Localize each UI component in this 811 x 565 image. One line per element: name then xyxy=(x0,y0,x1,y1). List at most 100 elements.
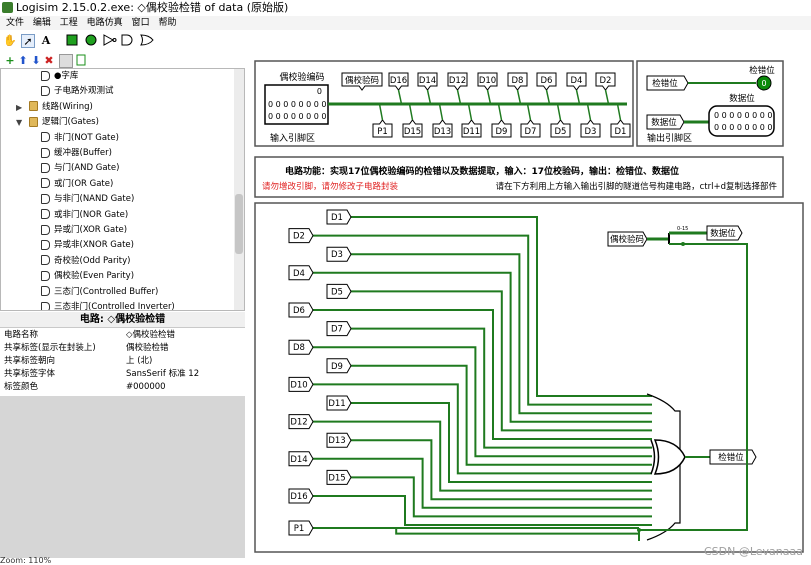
tunnel-D3[interactable]: D3 xyxy=(326,246,352,262)
tunnel-D5[interactable]: D5 xyxy=(550,103,571,138)
menu-edit[interactable]: 编辑 xyxy=(33,16,51,30)
tunnel-D13[interactable]: D13 xyxy=(432,103,453,138)
signal-wire xyxy=(313,495,652,526)
delete-circuit-icon[interactable]: ✖ xyxy=(42,54,56,68)
prop-row[interactable]: 共享标签朝向 上 (北) xyxy=(4,355,244,368)
edit-appearance-icon[interactable] xyxy=(74,54,88,68)
tree-item[interactable]: 或非门(NOR Gate) xyxy=(41,208,128,223)
tunnel-D10[interactable]: D10 xyxy=(477,72,498,105)
tunnel-D4[interactable]: D4 xyxy=(288,265,314,281)
scroll-thumb[interactable] xyxy=(235,194,243,254)
menu-simulate[interactable]: 电路仿真 xyxy=(87,16,123,30)
tunnel-D3[interactable]: D3 xyxy=(580,103,601,138)
tree-item[interactable]: ▶ 线路(Wiring) xyxy=(16,100,93,115)
tunnel-D7[interactable]: D7 xyxy=(326,321,352,337)
edit-layout-icon[interactable] xyxy=(59,54,73,68)
tunnel-D13[interactable]: D13 xyxy=(326,432,352,448)
prop-row[interactable]: 电路名称 ◇偶校验检错 xyxy=(4,329,244,342)
move-up-icon[interactable]: ⬆ xyxy=(16,54,30,68)
menu-project[interactable]: 工程 xyxy=(60,16,78,30)
input-pin-icon[interactable] xyxy=(65,34,79,48)
tree-item[interactable]: 异或门(XOR Gate) xyxy=(41,223,127,238)
tunnel-D11[interactable]: D11 xyxy=(461,103,482,138)
tunnel-D9[interactable]: D9 xyxy=(326,358,352,374)
tunnel-D8[interactable]: D8 xyxy=(288,339,314,355)
move-down-icon[interactable]: ⬇ xyxy=(29,54,43,68)
tunnel-D12[interactable]: D12 xyxy=(288,414,314,430)
tree-item[interactable]: 子电路外观测试 xyxy=(41,84,114,99)
tunnel-P1[interactable]: P1 xyxy=(288,520,314,536)
watermark: CSDN @Levanaaa xyxy=(704,545,803,558)
menu-help[interactable]: 帮助 xyxy=(158,16,176,30)
tunnel-D5[interactable]: D5 xyxy=(326,283,352,299)
output-area-label: 输出引脚区 xyxy=(647,132,692,144)
tunnel-D14[interactable]: D14 xyxy=(417,72,438,105)
not-gate-icon[interactable] xyxy=(103,34,117,48)
prop-row[interactable]: 标签颜色 #000000 xyxy=(4,381,244,394)
tree-item-label: 与门(AND Gate) xyxy=(54,163,120,174)
tree-item[interactable]: 与门(AND Gate) xyxy=(41,161,119,176)
explorer-scrollbar[interactable] xyxy=(234,69,244,310)
tree-item-label: 偶校验(Even Parity) xyxy=(54,271,135,282)
circuit-canvas[interactable]: 偶校验编码 0 0 0 0 0 0 0 0 0 0 0 0 0 0 0 0 0 … xyxy=(247,33,811,558)
err-pin-label: 检错位 xyxy=(749,65,775,76)
menu-window[interactable]: 窗口 xyxy=(132,16,150,30)
prop-key: 共享标签(显示在封装上) xyxy=(4,343,96,353)
tunnel-D2[interactable]: D2 xyxy=(288,228,314,244)
and-gate-icon[interactable] xyxy=(121,34,135,48)
text-tool-icon[interactable]: A xyxy=(39,34,53,48)
tunnel-D2[interactable]: D2 xyxy=(595,72,616,105)
select-arrow-icon[interactable]: ➚ xyxy=(21,34,35,48)
properties-header: 电路: ◇偶校验检错 xyxy=(0,312,245,328)
tunnel-D9[interactable]: D9 xyxy=(491,103,512,138)
circuit-svg[interactable]: 偶校验编码 0 0 0 0 0 0 0 0 0 0 0 0 0 0 0 0 0 … xyxy=(247,33,811,558)
tunnel-D6[interactable]: D6 xyxy=(288,302,314,318)
tunnel-D14[interactable]: D14 xyxy=(288,451,314,467)
tree-item[interactable]: ▼ 逻辑门(Gates) xyxy=(16,115,99,130)
tree-item[interactable]: 奇校验(Odd Parity) xyxy=(41,254,131,269)
component-icon xyxy=(41,132,50,143)
tree-item[interactable]: 缓冲器(Buffer) xyxy=(41,146,112,161)
tree-item[interactable]: 异或非(XNOR Gate) xyxy=(41,238,134,253)
or-gate-icon[interactable] xyxy=(140,34,154,48)
tree-item[interactable]: 或门(OR Gate) xyxy=(41,177,113,192)
tree-item[interactable]: 非门(NOT Gate) xyxy=(41,131,119,146)
data-bits-1: 0 0 0 0 0 0 0 0 xyxy=(714,111,773,120)
tunnel-D12[interactable]: D12 xyxy=(447,72,468,105)
tunnel-P1[interactable]: P1 xyxy=(372,103,393,138)
tree-item[interactable]: 与非门(NAND Gate) xyxy=(41,192,134,207)
tunnel-D16[interactable]: D16 xyxy=(288,488,314,504)
tree-item[interactable]: 三态非门(Controlled Inverter) xyxy=(41,300,175,310)
tunnel-D10[interactable]: D10 xyxy=(288,376,314,392)
expander-icon[interactable]: ▶ xyxy=(16,100,22,115)
tunnel-D7[interactable]: D7 xyxy=(520,103,541,138)
info-warning: 请勿增改引脚，请勿修改子电路封装 xyxy=(262,181,399,192)
hand-poke-icon[interactable]: ✋ xyxy=(3,34,17,48)
tree-item[interactable]: ●字库 xyxy=(41,69,78,84)
toolbar: ✋ ➚ A xyxy=(0,32,250,50)
output-pin-icon[interactable] xyxy=(84,34,98,48)
tunnel-D15[interactable]: D15 xyxy=(326,469,352,485)
tunnel-D8[interactable]: D8 xyxy=(507,72,528,105)
expander-icon[interactable]: ▼ xyxy=(16,115,22,130)
tunnel-偶校验码[interactable]: 偶校验码 xyxy=(341,72,383,91)
tunnel-D11[interactable]: D11 xyxy=(326,395,352,411)
tunnel-D1[interactable]: D1 xyxy=(326,209,352,225)
tunnel-D15[interactable]: D15 xyxy=(402,103,423,138)
tap-wire xyxy=(397,89,403,105)
tunnel-D6[interactable]: D6 xyxy=(536,72,557,105)
tunnel-label: D12 xyxy=(290,418,307,428)
tunnel-D4[interactable]: D4 xyxy=(566,72,587,105)
prop-row[interactable]: 共享标签字体 SansSerif 标准 12 xyxy=(4,368,244,381)
tree-item[interactable]: 三态门(Controlled Buffer) xyxy=(41,285,158,300)
tree-item[interactable]: 偶校验(Even Parity) xyxy=(41,269,134,284)
menu-file[interactable]: 文件 xyxy=(6,16,24,30)
prop-key: 标签颜色 xyxy=(4,382,39,392)
prop-row[interactable]: 共享标签(显示在封装上) 偶校验检错 xyxy=(4,342,244,355)
info-hint: 请在下方利用上方输入输出引脚的隧道信号构建电路，ctrl+d复制选择部件 xyxy=(496,181,778,192)
tunnel-D16[interactable]: D16 xyxy=(388,72,409,105)
tap-wire xyxy=(497,103,503,121)
add-circuit-icon[interactable]: + xyxy=(3,54,17,68)
tunnel-D1[interactable]: D1 xyxy=(610,103,631,138)
component-icon xyxy=(41,147,50,158)
